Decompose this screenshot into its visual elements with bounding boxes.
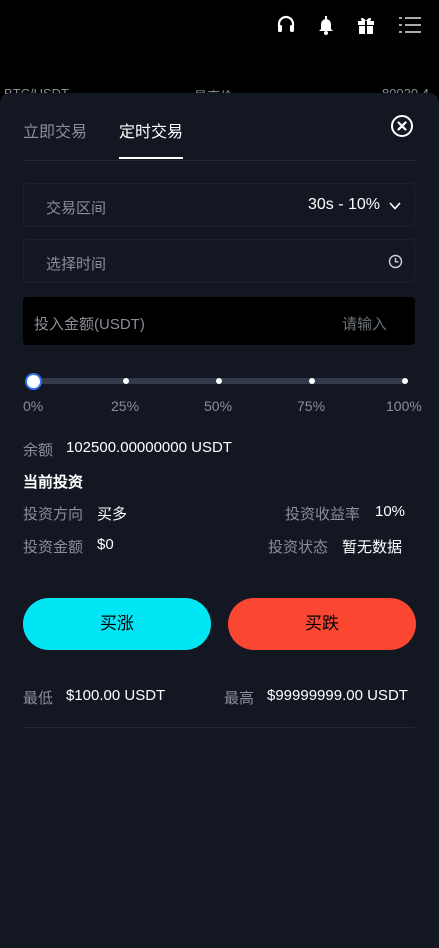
yield-value: 10% bbox=[375, 503, 406, 520]
slider-stop-75[interactable] bbox=[309, 378, 315, 384]
amount-invested-value: $0 bbox=[97, 536, 114, 553]
tab-instant-trade[interactable]: 立即交易 bbox=[23, 118, 87, 142]
close-icon[interactable] bbox=[390, 114, 414, 138]
top-bar bbox=[0, 0, 439, 52]
amount-invested-label: 投资金额 bbox=[23, 539, 84, 556]
time-placeholder: 选择时间 bbox=[46, 256, 107, 273]
balance-value: 102500.00000000 USDT bbox=[66, 439, 232, 456]
menu-icon[interactable] bbox=[398, 14, 421, 36]
min-label: 最低 bbox=[23, 690, 54, 707]
slider-tick-50: 50% bbox=[204, 398, 233, 414]
direction-value: 买多 bbox=[97, 506, 128, 523]
tab-timed-trade[interactable]: 定时交易 bbox=[119, 118, 183, 142]
direction-label: 投资方向 bbox=[23, 506, 84, 523]
status-value: 暂无数据 bbox=[342, 539, 403, 556]
buy-up-button[interactable]: 买涨 bbox=[23, 598, 211, 650]
trade-range-value: 30s - 10% bbox=[307, 196, 380, 213]
amount-slider[interactable] bbox=[25, 373, 408, 390]
active-tab-indicator bbox=[119, 157, 183, 159]
trade-sheet: 立即交易 定时交易 交易区间 30s - 10% 选择时间 投入金额(USDT)… bbox=[0, 93, 439, 948]
min-value: $100.00 USDT bbox=[66, 687, 166, 704]
clock-icon bbox=[388, 254, 403, 269]
trade-range-label: 交易区间 bbox=[46, 200, 107, 217]
slider-stop-100[interactable] bbox=[402, 378, 408, 384]
buy-down-button[interactable]: 买跌 bbox=[228, 598, 416, 650]
slider-stop-25[interactable] bbox=[123, 378, 129, 384]
max-value: $99999999.00 USDT bbox=[267, 687, 408, 704]
amount-label: 投入金额(USDT) bbox=[34, 316, 145, 333]
yield-label: 投资收益率 bbox=[285, 506, 361, 523]
gift-icon[interactable] bbox=[355, 14, 377, 36]
status-label: 投资状态 bbox=[268, 539, 329, 556]
chevron-down-icon bbox=[388, 199, 402, 213]
app-screen: BTC/USDT 最高价 89930.4 立即交易 定时交易 交易区间 30s … bbox=[0, 0, 439, 948]
divider bbox=[23, 727, 415, 728]
slider-handle[interactable] bbox=[25, 373, 42, 390]
headset-icon[interactable] bbox=[275, 14, 297, 36]
trade-tabs: 立即交易 定时交易 bbox=[23, 93, 416, 161]
time-select[interactable]: 选择时间 bbox=[23, 239, 415, 283]
slider-tick-0: 0% bbox=[23, 398, 44, 414]
slider-tick-25: 25% bbox=[111, 398, 140, 414]
bell-icon[interactable] bbox=[315, 14, 337, 36]
max-label: 最高 bbox=[224, 690, 255, 707]
slider-tick-75: 75% bbox=[297, 398, 326, 414]
slider-stop-50[interactable] bbox=[216, 378, 222, 384]
current-investment-title: 当前投资 bbox=[23, 474, 84, 491]
amount-placeholder: 请输入 bbox=[341, 316, 387, 333]
slider-tick-100: 100% bbox=[386, 398, 422, 414]
trade-range-select[interactable]: 交易区间 30s - 10% bbox=[23, 183, 415, 227]
amount-input[interactable]: 投入金额(USDT) 请输入 bbox=[23, 297, 415, 345]
balance-label: 余额 bbox=[23, 442, 54, 459]
